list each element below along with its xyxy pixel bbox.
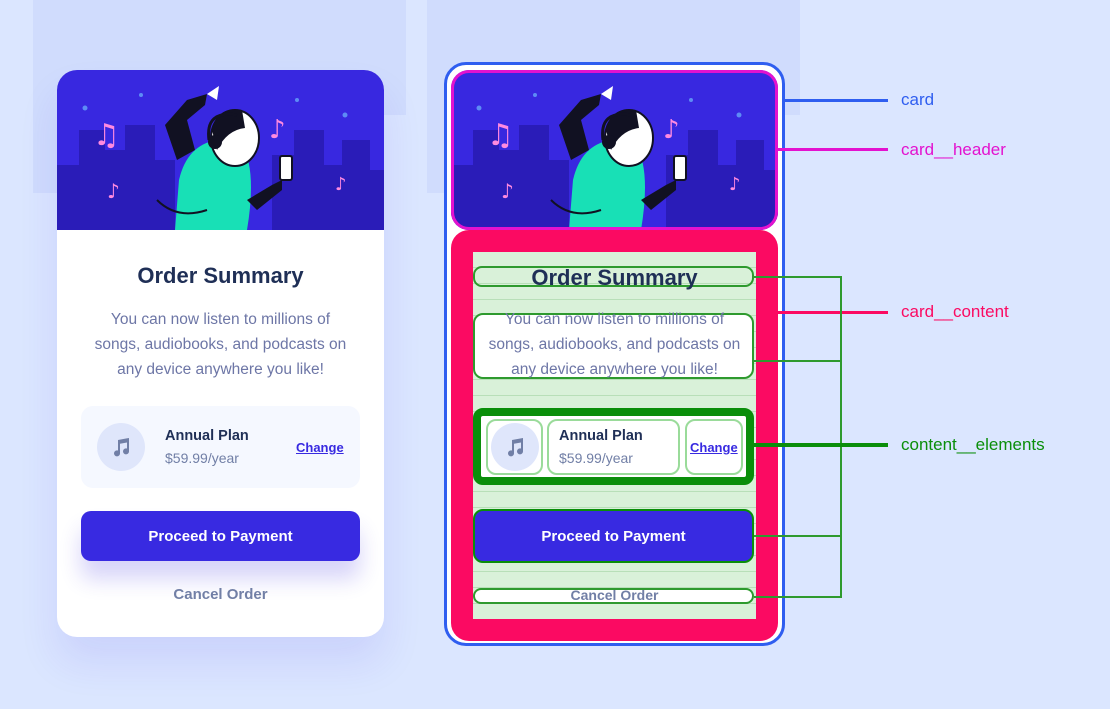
card-header-outline <box>451 70 778 230</box>
music-note-icon <box>97 423 145 471</box>
card-header-connector-line <box>778 148 888 151</box>
svg-text:♪: ♪ <box>107 179 120 203</box>
card-title: Order Summary <box>531 265 698 290</box>
svg-text:♫: ♫ <box>93 118 120 153</box>
description-line: You can now listen to millions of <box>110 311 331 328</box>
svg-text:♪: ♪ <box>335 174 347 195</box>
card-header-illustration: ♫ ♪ ♪ ♪ <box>57 70 384 230</box>
description-line: any device anywhere you like! <box>511 361 718 378</box>
svg-text:♪: ♪ <box>269 115 286 145</box>
elements-bracket-tick <box>754 276 842 278</box>
cancel-order-button[interactable]: Cancel Order <box>473 587 756 603</box>
description-line: songs, audiobooks, and podcasts on <box>94 336 347 353</box>
plan-name: Annual Plan <box>165 428 249 444</box>
plan-box: Annual Plan $59.99/year Change <box>81 406 360 488</box>
proceed-to-payment-button[interactable]: Proceed to Payment <box>81 511 360 561</box>
card-description: You can now listen to millions of songs,… <box>57 307 384 382</box>
elements-bracket-tick <box>754 596 842 598</box>
music-note-icon <box>491 423 539 471</box>
cancel-order-button[interactable]: Cancel Order <box>57 586 384 603</box>
content-elements-annotation-label: content__elements <box>901 435 1045 454</box>
change-plan-link[interactable]: Change <box>690 440 738 455</box>
card-title: Order Summary <box>137 263 304 288</box>
proceed-to-payment-button[interactable]: Proceed to Payment <box>473 509 754 563</box>
elements-bracket-line <box>840 277 842 598</box>
elements-bracket-tick <box>754 535 842 537</box>
order-summary-card: ♫ ♪ ♪ ♪ Order Summary You can now listen… <box>57 70 384 637</box>
plan-price: $59.99/year <box>559 450 633 466</box>
description-line: You can now listen to millions of <box>504 311 725 328</box>
description-line: songs, audiobooks, and podcasts on <box>488 336 741 353</box>
plan-price: $59.99/year <box>165 450 239 466</box>
card-header-annotation-label: card__header <box>901 140 1006 159</box>
content-elements-connector-line <box>754 443 888 447</box>
background-block <box>427 115 445 193</box>
card-annotation-label: card <box>901 90 935 109</box>
elements-bracket-tick <box>754 360 842 362</box>
card-description: You can now listen to millions of songs,… <box>473 307 756 382</box>
plan-name: Annual Plan <box>559 428 643 444</box>
description-line: any device anywhere you like! <box>117 361 324 378</box>
card-connector-line <box>784 99 888 102</box>
change-plan-link[interactable]: Change <box>296 440 344 455</box>
card-content-annotation-label: card__content <box>901 302 1009 321</box>
music-listener-illustration: ♫ ♪ ♪ ♪ <box>57 70 384 230</box>
background-block <box>33 115 57 193</box>
card-content-connector-line <box>778 311 888 314</box>
